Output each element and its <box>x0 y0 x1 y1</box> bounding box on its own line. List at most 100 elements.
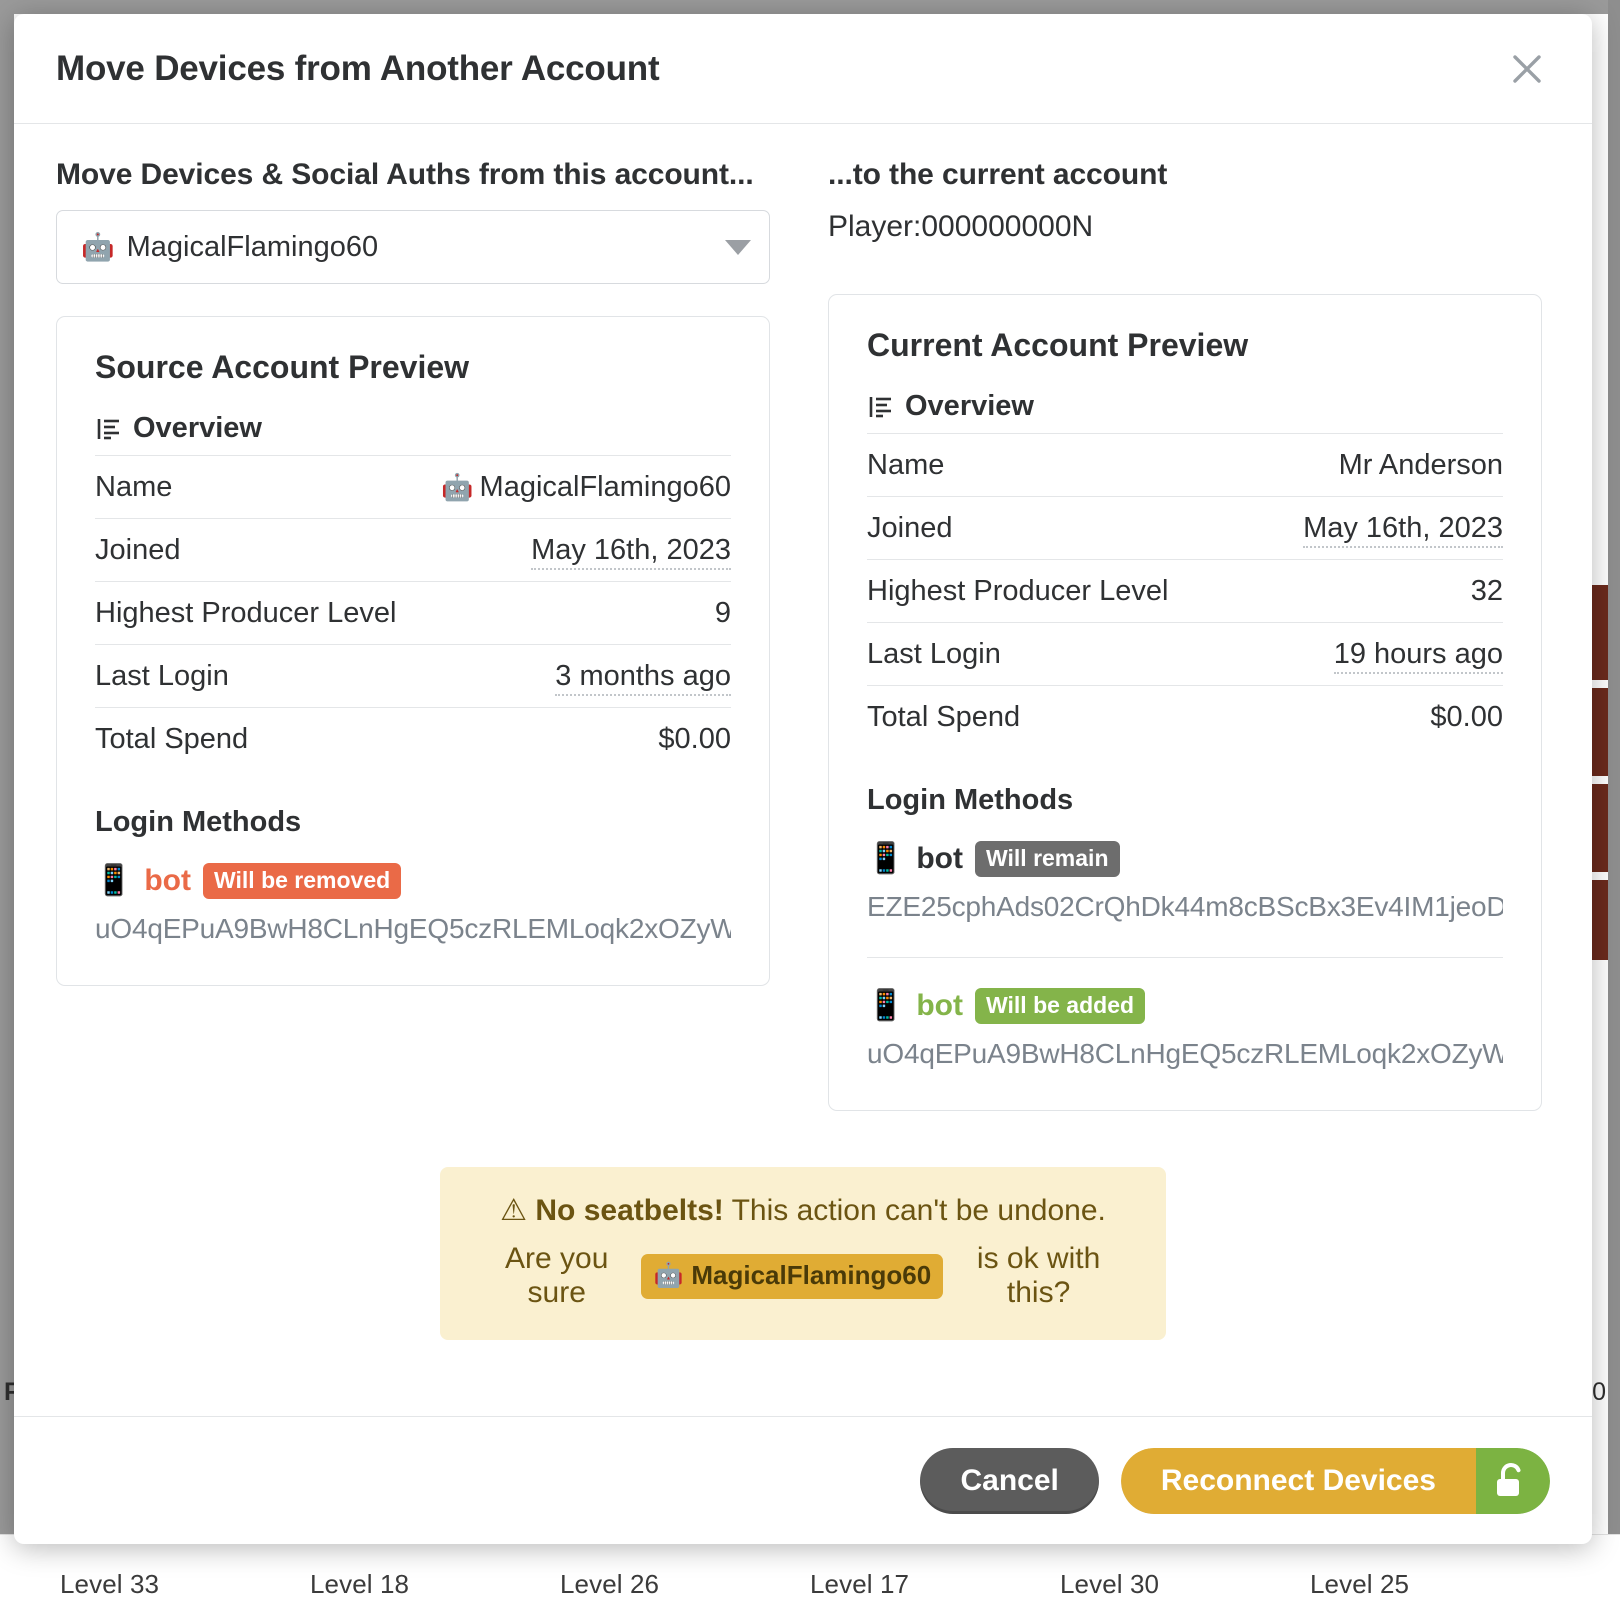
login-token: EZE25cphAds02CrQhDk44m8cBScBx3Ev4IM1jeoD… <box>867 891 1503 923</box>
target-heading: ...to the current account <box>828 158 1542 192</box>
modal-footer: Cancel Reconnect Devices <box>14 1416 1592 1544</box>
close-icon[interactable] <box>1504 46 1550 92</box>
warning-box: ⚠ No seatbelts! This action can't be und… <box>440 1167 1166 1340</box>
row-value-text: 32 <box>1471 575 1503 607</box>
modal-title: Move Devices from Another Account <box>56 49 659 89</box>
table-row: Total Spend $0.00 <box>95 708 731 771</box>
row-value-text: $0.00 <box>1430 701 1503 733</box>
table-row: Highest Producer Level 32 <box>867 560 1503 623</box>
row-value: May 16th, 2023 <box>1249 497 1503 560</box>
source-column: Move Devices & Social Auths from this ac… <box>56 158 770 1111</box>
warning-chip-label: MagicalFlamingo60 <box>691 1260 931 1291</box>
row-value: 3 months ago <box>419 645 731 708</box>
login-provider-name: bot <box>916 989 963 1023</box>
row-value-text: $0.00 <box>658 723 731 755</box>
login-provider-name: bot <box>916 842 963 876</box>
status-badge: Will remain <box>975 841 1120 877</box>
row-value-text: May 16th, 2023 <box>531 534 731 570</box>
warning-rest-text: This action can't be undone. <box>732 1194 1106 1227</box>
row-value-text: May 16th, 2023 <box>1303 512 1503 548</box>
background-table-cell: Level 30 <box>1060 1569 1310 1600</box>
row-value: $0.00 <box>1249 686 1503 749</box>
preview-columns: Move Devices & Social Auths from this ac… <box>56 158 1550 1111</box>
reconnect-devices-button[interactable]: Reconnect Devices <box>1121 1448 1476 1514</box>
table-row: Last Login 19 hours ago <box>867 623 1503 686</box>
table-row: Name 🤖MagicalFlamingo60 <box>95 456 731 519</box>
warning-triangle-icon: ⚠ <box>500 1194 527 1227</box>
table-row: Joined May 16th, 2023 <box>867 497 1503 560</box>
login-method-header: 📱 bot Will be removed <box>95 863 731 899</box>
source-login-methods-title: Login Methods <box>95 806 731 839</box>
row-value: $0.00 <box>419 708 731 771</box>
background-table-cell: Level 26 <box>560 1569 810 1600</box>
row-value: 19 hours ago <box>1249 623 1503 686</box>
page-root: F 10 Level 33 Level 18 Level 26 Level 17… <box>0 0 1620 1606</box>
row-key: Joined <box>867 497 1249 560</box>
row-value-text: 19 hours ago <box>1334 638 1503 674</box>
current-account-preview-card: Current Account Preview <box>828 294 1542 1111</box>
current-overview-table: Name Mr Anderson Joined May 16th, 2023 H… <box>867 433 1503 748</box>
move-devices-modal: Move Devices from Another Account Move D… <box>14 14 1592 1544</box>
chevron-down-icon <box>725 240 751 255</box>
row-key: Last Login <box>867 623 1249 686</box>
robot-icon: 🤖 <box>653 1261 683 1290</box>
table-row: Joined May 16th, 2023 <box>95 519 731 582</box>
row-key: Total Spend <box>867 686 1249 749</box>
background-right-strip <box>1608 0 1620 1606</box>
row-key: Last Login <box>95 645 419 708</box>
login-method-item: 📱 bot Will remain EZE25cphAds02CrQhDk44m… <box>867 841 1503 929</box>
warning-suffix-text: is ok with this? <box>955 1242 1122 1310</box>
row-value: 32 <box>1249 560 1503 623</box>
source-overview-table: Name 🤖MagicalFlamingo60 Joined May 16th,… <box>95 455 731 770</box>
login-token: uO4qEPuA9BwH8CLnHgEQ5czRLEMLoqk2xOZyW... <box>95 913 731 945</box>
mobile-phone-icon: 📱 <box>867 844 904 874</box>
list-overview-icon <box>95 415 123 443</box>
login-method-header: 📱 bot Will remain <box>867 841 1503 877</box>
row-key: Highest Producer Level <box>867 560 1249 623</box>
login-method-header: 📱 bot Will be added <box>867 988 1503 1024</box>
source-overview-label-text: Overview <box>133 412 262 445</box>
row-value: May 16th, 2023 <box>419 519 731 582</box>
warning-wrapper: ⚠ No seatbelts! This action can't be und… <box>56 1167 1550 1340</box>
warning-prefix-text: Are you sure <box>484 1242 629 1310</box>
status-badge: Will be added <box>975 988 1145 1024</box>
background-table-cell: Level 25 <box>1310 1569 1560 1600</box>
login-method-item: 📱 bot Will be added uO4qEPuA9BwH8CLnHgEQ… <box>867 957 1503 1076</box>
row-key: Total Spend <box>95 708 419 771</box>
table-row: Last Login 3 months ago <box>95 645 731 708</box>
table-row: Name Mr Anderson <box>867 434 1503 497</box>
row-key: Name <box>95 456 419 519</box>
row-value-text: 3 months ago <box>555 660 731 696</box>
table-row: Total Spend $0.00 <box>867 686 1503 749</box>
target-account-id: Player:000000000N <box>828 210 1542 244</box>
confirm-button-group: Reconnect Devices <box>1121 1448 1550 1514</box>
current-login-methods-title: Login Methods <box>867 784 1503 817</box>
login-token: uO4qEPuA9BwH8CLnHgEQ5czRLEMLoqk2xOZyW... <box>867 1038 1503 1070</box>
target-column: ...to the current account Player:0000000… <box>828 158 1542 1111</box>
background-top-strip <box>0 0 1620 14</box>
source-account-select-value: MagicalFlamingo60 <box>127 231 725 264</box>
row-value-text: MagicalFlamingo60 <box>480 471 731 503</box>
status-badge: Will be removed <box>203 863 401 899</box>
row-value: 9 <box>419 582 731 645</box>
row-value-text: 9 <box>715 597 731 629</box>
source-heading: Move Devices & Social Auths from this ac… <box>56 158 770 192</box>
source-account-select[interactable]: 🤖 MagicalFlamingo60 <box>56 210 770 284</box>
table-row: Highest Producer Level 9 <box>95 582 731 645</box>
row-value: Mr Anderson <box>1249 434 1503 497</box>
current-overview-label-text: Overview <box>905 390 1034 423</box>
source-card-title: Source Account Preview <box>95 349 731 386</box>
robot-icon: 🤖 <box>441 472 473 502</box>
mobile-phone-icon: 📱 <box>867 991 904 1021</box>
background-table-cell: Level 18 <box>310 1569 560 1600</box>
warning-strong-text: No seatbelts! <box>535 1194 723 1227</box>
modal-body: Move Devices & Social Auths from this ac… <box>14 124 1592 1416</box>
source-overview-label: Overview <box>95 412 731 445</box>
row-key: Name <box>867 434 1249 497</box>
background-table-row: Level 33 Level 18 Level 26 Level 17 Leve… <box>0 1534 1620 1606</box>
row-key: Joined <box>95 519 419 582</box>
row-key: Highest Producer Level <box>95 582 419 645</box>
cancel-button[interactable]: Cancel <box>920 1448 1098 1514</box>
row-value-text: Mr Anderson <box>1339 449 1503 481</box>
current-card-title: Current Account Preview <box>867 327 1503 364</box>
